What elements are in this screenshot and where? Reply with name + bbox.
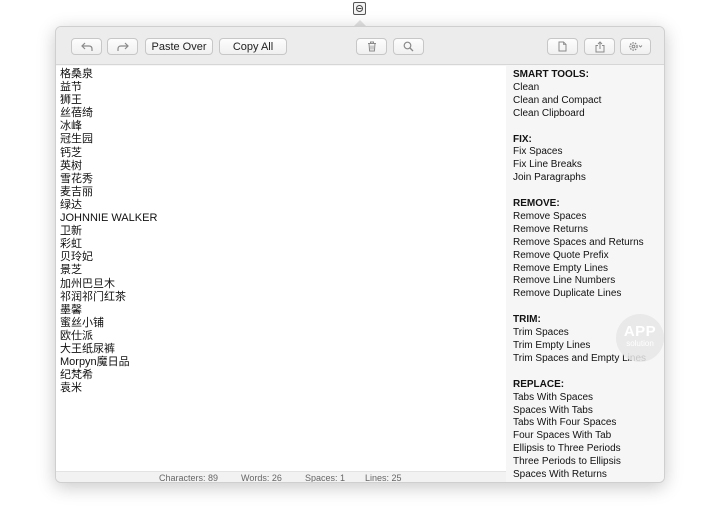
copy-all-button[interactable]: Copy All: [219, 38, 287, 55]
status-bar: Characters: 89 Words: 26 Spaces: 1 Lines…: [56, 471, 506, 483]
editor-line: 麦吉丽: [60, 185, 93, 198]
character-count: Characters: 89: [159, 473, 219, 483]
redo-arrow-icon: [116, 42, 129, 51]
tool-remove-line-numbers[interactable]: Remove Line Numbers: [513, 275, 664, 288]
settings-button[interactable]: [620, 38, 651, 55]
watermark-subtext: solution: [626, 339, 654, 348]
paste-over-button[interactable]: Paste Over: [145, 38, 213, 55]
document-icon: [558, 41, 567, 52]
smart-tools-section: SMART TOOLS: Clean Clean and Compact Cle…: [513, 69, 664, 121]
tool-clean-and-compact[interactable]: Clean and Compact: [513, 95, 664, 108]
editor-line: 冠生园: [60, 133, 93, 146]
line-count: Lines: 25: [365, 473, 402, 483]
editor-line: 益节: [60, 81, 82, 94]
editor-line: 蜜丝小铺: [60, 316, 104, 329]
tool-fix-spaces[interactable]: Fix Spaces: [513, 146, 664, 159]
editor-line: 纪梵希: [60, 369, 93, 382]
editor-line: 冰峰: [60, 120, 82, 133]
undo-button[interactable]: [71, 38, 102, 55]
editor-line: 加州巴旦木: [60, 277, 115, 290]
tool-remove-duplicate-lines[interactable]: Remove Duplicate Lines: [513, 288, 664, 301]
remove-section: REMOVE: Remove Spaces Remove Returns Rem…: [513, 198, 664, 301]
new-document-button[interactable]: [547, 38, 578, 55]
editor-line: 卫新: [60, 225, 82, 238]
watermark-text: APP: [623, 323, 657, 340]
section-title: SMART TOOLS:: [513, 69, 589, 80]
editor-line: 格桑泉: [60, 68, 93, 80]
tool-three-periods-to-ellipsis[interactable]: Three Periods to Ellipsis: [513, 456, 664, 469]
tool-clean-clipboard[interactable]: Clean Clipboard: [513, 108, 664, 121]
text-editor[interactable]: 格桑泉 益节 狮王 丝蓓绮 冰峰 冠生园 钙芝 英树 雪花秀 麦吉丽 绿达 JO…: [56, 66, 506, 471]
tool-join-paragraphs[interactable]: Join Paragraphs: [513, 172, 664, 185]
editor-line: 大王纸尿裤: [60, 342, 115, 355]
editor-line: 景芝: [60, 264, 82, 277]
trash-button[interactable]: [356, 38, 387, 55]
editor-line: JOHNNIE WALKER: [60, 212, 158, 225]
editor-line: 彩虹: [60, 238, 82, 251]
trash-icon: [367, 41, 376, 52]
tool-remove-returns[interactable]: Remove Returns: [513, 224, 664, 237]
section-title: REMOVE:: [513, 198, 560, 210]
section-title: REPLACE:: [513, 378, 565, 390]
fix-section: FIX: Fix Spaces Fix Line Breaks Join Par…: [513, 133, 664, 186]
undo-arrow-icon: [80, 42, 93, 51]
tool-clean[interactable]: Clean: [513, 82, 664, 95]
tool-remove-quote-prefix[interactable]: Remove Quote Prefix: [513, 250, 664, 263]
gear-icon: [628, 42, 642, 51]
editor-line: Morpyn魔日品: [60, 356, 130, 369]
editor-line: 狮王: [60, 94, 82, 107]
editor-line: 墨馨: [60, 303, 82, 316]
tool-tabs-with-four-spaces[interactable]: Tabs With Four Spaces: [513, 417, 664, 430]
editor-line: 祁润祁门红茶: [60, 290, 126, 303]
tool-remove-empty-lines[interactable]: Remove Empty Lines: [513, 263, 664, 276]
editor-line: 钙芝: [60, 146, 82, 159]
tool-ellipsis-to-three-periods[interactable]: Ellipsis to Three Periods: [513, 443, 664, 456]
editor-line: 雪花秀: [60, 172, 93, 185]
section-title: FIX:: [513, 133, 532, 145]
editor-line: 丝蓓绮: [60, 107, 93, 120]
tool-spaces-with-tabs[interactable]: Spaces With Tabs: [513, 405, 664, 418]
menubar-app-icon[interactable]: [353, 2, 366, 15]
editor-line: 英树: [60, 159, 82, 172]
toolbar: Paste Over Copy All: [56, 27, 664, 65]
share-icon: [595, 40, 604, 52]
space-count: Spaces: 1: [305, 473, 346, 483]
tool-remove-spaces-and-returns[interactable]: Remove Spaces and Returns: [513, 237, 664, 250]
redo-button[interactable]: [107, 38, 138, 55]
magnifier-icon: [403, 41, 414, 52]
share-button[interactable]: [584, 38, 615, 55]
word-count: Words: 26: [241, 473, 282, 483]
popover-window: Paste Over Copy All 格桑泉 益节 狮王 丝蓓绮 冰峰 冠生园…: [55, 26, 665, 483]
search-button[interactable]: [393, 38, 424, 55]
tool-spaces-with-returns[interactable]: Spaces With Returns: [513, 469, 664, 482]
editor-line: 袁米: [60, 382, 82, 395]
editor-line: 欧仕派: [60, 329, 93, 342]
tools-sidebar: SMART TOOLS: Clean Clean and Compact Cle…: [508, 66, 664, 482]
tool-tabs-with-spaces[interactable]: Tabs With Spaces: [513, 392, 664, 405]
tool-four-spaces-with-tab[interactable]: Four Spaces With Tab: [513, 430, 664, 443]
watermark-logo: APP solution: [616, 314, 664, 362]
editor-line: 贝玲妃: [60, 251, 93, 264]
replace-section: REPLACE: Tabs With Spaces Spaces With Ta…: [513, 378, 664, 482]
tool-fix-line-breaks[interactable]: Fix Line Breaks: [513, 159, 664, 172]
app-glyph-icon: [356, 5, 363, 12]
editor-line: 绿达: [60, 198, 82, 211]
tool-remove-spaces[interactable]: Remove Spaces: [513, 211, 664, 224]
